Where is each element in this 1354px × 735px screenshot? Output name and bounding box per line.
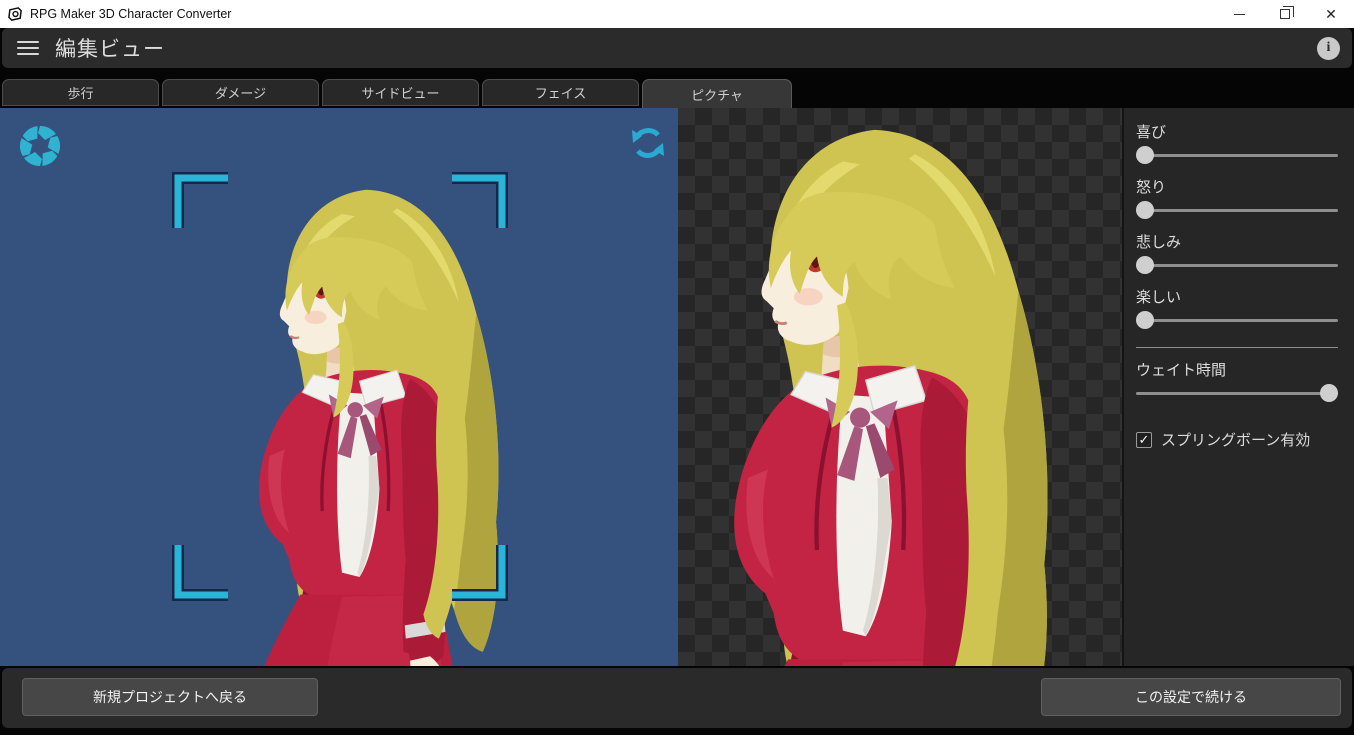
menu-button[interactable]	[17, 37, 39, 59]
page-title: 編集ビュー	[55, 33, 165, 63]
tab-face[interactable]: フェイス	[482, 79, 639, 106]
crop-corner-bottom-right	[452, 545, 502, 595]
close-icon: ✕	[1325, 7, 1337, 21]
restore-icon	[1280, 9, 1290, 19]
check-icon: ✓	[1139, 432, 1150, 447]
info-button[interactable]: i	[1317, 37, 1340, 60]
info-icon: i	[1327, 40, 1331, 56]
tab-sideview[interactable]: サイドビュー	[322, 79, 479, 106]
slider-track	[1136, 209, 1338, 212]
tab-damage[interactable]: ダメージ	[162, 79, 319, 106]
settings-panel: 喜び 怒り 悲しみ 楽しい ウェイト時間 ✓	[1122, 108, 1354, 666]
app-header: 編集ビュー i	[2, 28, 1352, 68]
spring-bone-label: スプリングボーン有効	[1161, 429, 1310, 450]
minimize-button[interactable]	[1216, 0, 1262, 28]
slider-label-anger: 怒り	[1136, 176, 1338, 197]
sadness-slider[interactable]	[1136, 256, 1338, 275]
slider-label-fun: 楽しい	[1136, 286, 1338, 307]
slider-track	[1136, 319, 1338, 322]
crop-corner-top-left	[178, 178, 228, 228]
rotate-icon[interactable]	[628, 122, 668, 164]
result-viewport	[678, 108, 1122, 666]
tab-bar: 歩行 ダメージ サイドビュー フェイス ピクチャ	[2, 79, 792, 108]
minimize-icon	[1234, 14, 1245, 15]
back-to-project-button[interactable]: 新規プロジェクトへ戻る	[22, 678, 318, 716]
slider-track	[1136, 392, 1338, 395]
spring-bone-checkbox[interactable]: ✓	[1136, 432, 1152, 448]
window-title: RPG Maker 3D Character Converter	[30, 7, 231, 21]
crop-frame[interactable]	[0, 108, 678, 666]
slider-label-wait: ウェイト時間	[1136, 359, 1338, 380]
app-icon	[8, 7, 23, 22]
wait-slider[interactable]	[1136, 384, 1338, 403]
joy-slider[interactable]	[1136, 146, 1338, 165]
slider-thumb[interactable]	[1136, 146, 1154, 164]
crop-corner-top-right	[452, 178, 502, 228]
slider-label-sadness: 悲しみ	[1136, 231, 1338, 252]
slider-label-joy: 喜び	[1136, 121, 1338, 142]
slider-track	[1136, 264, 1338, 267]
close-button[interactable]: ✕	[1308, 0, 1354, 28]
tab-picture[interactable]: ピクチャ	[642, 79, 792, 108]
continue-button[interactable]: この設定で続ける	[1041, 678, 1341, 716]
hamburger-icon	[17, 41, 39, 44]
aperture-icon[interactable]	[18, 124, 62, 168]
spring-bone-row: ✓ スプリングボーン有効	[1136, 429, 1338, 450]
footer-bar: 新規プロジェクトへ戻る この設定で続ける	[2, 668, 1352, 728]
maximize-button[interactable]	[1262, 0, 1308, 28]
slider-track	[1136, 154, 1338, 157]
main-content: 喜び 怒り 悲しみ 楽しい ウェイト時間 ✓	[0, 108, 1354, 666]
slider-thumb[interactable]	[1320, 384, 1338, 402]
fun-slider[interactable]	[1136, 311, 1338, 330]
slider-thumb[interactable]	[1136, 256, 1154, 274]
panel-divider	[1136, 347, 1338, 348]
crop-corner-bottom-left	[178, 545, 228, 595]
window-titlebar: RPG Maker 3D Character Converter ✕	[0, 0, 1354, 28]
capture-viewport[interactable]	[0, 108, 678, 666]
slider-thumb[interactable]	[1136, 201, 1154, 219]
tab-walk[interactable]: 歩行	[2, 79, 159, 106]
character-result	[678, 118, 1122, 666]
slider-thumb[interactable]	[1136, 311, 1154, 329]
anger-slider[interactable]	[1136, 201, 1338, 220]
